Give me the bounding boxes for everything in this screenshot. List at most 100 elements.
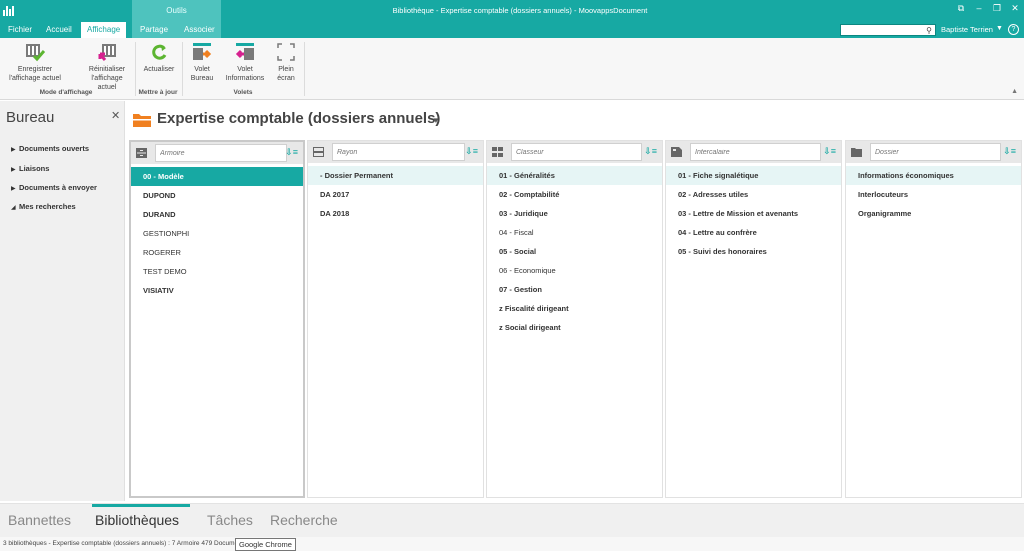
minimize-button[interactable]: – <box>974 3 984 14</box>
list-item[interactable]: 01 - Fiche signalétique <box>666 166 841 185</box>
tab-partage[interactable]: Partage <box>134 22 174 38</box>
sidebar-item-documents-ouverts[interactable]: ▶ Documents ouverts <box>11 144 89 153</box>
group-label-display: Mode d'affichage <box>39 89 93 96</box>
fullscreen-icon <box>276 42 296 62</box>
list-item[interactable]: 01 - Généralités <box>487 166 662 185</box>
list-item[interactable]: GESTIONPHI <box>131 224 303 243</box>
save-view-icon <box>25 42 46 62</box>
sidebar-item-documents-a-envoyer[interactable]: ▶ Documents à envoyer <box>11 183 97 192</box>
list-item[interactable]: 07 - Gestion <box>487 280 662 299</box>
sidebar-item-liaisons[interactable]: ▶ Liaisons <box>11 164 49 173</box>
fullscreen-button[interactable]: Plein écran <box>272 42 300 83</box>
column-list: - Dossier Permanent DA 2017 DA 2018 <box>308 166 483 223</box>
window-title: Bibliothèque - Expertise comptable (doss… <box>392 6 648 15</box>
list-item[interactable]: Organigramme <box>846 204 1021 223</box>
list-item[interactable]: 03 - Juridique <box>487 204 662 223</box>
list-item[interactable]: 02 - Adresses utiles <box>666 185 841 204</box>
tab-fichier[interactable]: Fichier <box>2 22 38 38</box>
list-item[interactable]: VISIATIV <box>131 281 303 300</box>
classeur-filter-input[interactable] <box>511 143 642 161</box>
save-view-label: Enregistrer l'affichage actuel <box>9 66 61 82</box>
user-name[interactable]: Baptiste Terrien <box>941 25 993 34</box>
list-item[interactable]: Informations économiques <box>846 166 1021 185</box>
tab-associer[interactable]: Associer <box>178 22 221 38</box>
rayon-filter-input[interactable] <box>332 143 465 161</box>
list-item[interactable]: ROGERER <box>131 243 303 262</box>
list-item[interactable]: Interlocuteurs <box>846 185 1021 204</box>
user-menu-caret-icon[interactable]: ▼ <box>996 25 1003 32</box>
pane-desktop-label: Volet Bureau <box>190 66 214 82</box>
tab-affichage[interactable]: Affichage <box>81 22 127 38</box>
tab-accueil[interactable]: Accueil <box>40 22 78 38</box>
collapse-ribbon-icon[interactable]: ▲ <box>1011 88 1018 95</box>
refresh-label: Actualiser <box>143 66 175 73</box>
sort-icon[interactable]: ⇩≡ <box>1003 146 1016 157</box>
list-item[interactable]: DA 2018 <box>308 204 483 223</box>
title-dropdown-icon[interactable]: ▼ <box>432 116 440 125</box>
bottom-navigation: Bannettes Bibliothèques Tâches Recherche <box>0 503 1024 537</box>
close-sidebar-icon[interactable]: ✕ <box>111 109 120 122</box>
pane-info-button[interactable]: Volet Informations <box>222 42 268 83</box>
list-item[interactable]: DA 2017 <box>308 185 483 204</box>
list-item[interactable]: DUPOND <box>131 186 303 205</box>
column-list: Informations économiques Interlocuteurs Or… <box>846 166 1021 223</box>
list-item[interactable]: 04 - Lettre au confrère <box>666 223 841 242</box>
column-list: 01 - Fiche signalétique 02 - Adresses uti… <box>666 166 841 261</box>
column-header: ⇩≡ <box>666 141 841 163</box>
ribbon-separator <box>182 42 183 96</box>
dossier-filter-input[interactable] <box>870 143 1001 161</box>
sidebar-title: Bureau <box>6 109 55 126</box>
list-item[interactable]: 05 - Social <box>487 242 662 261</box>
search-box[interactable]: ⚲ <box>840 24 936 36</box>
close-button[interactable]: ✕ <box>1010 3 1020 14</box>
pane-info-icon <box>235 42 255 62</box>
tab-bibliotheques[interactable]: Bibliothèques <box>95 512 179 528</box>
list-item[interactable]: 06 - Economique <box>487 261 662 280</box>
column-armoire: ⇩≡ 00 - ModèleDUPONDDURANDGESTIONPHIROGE… <box>129 140 305 498</box>
restore-layout-icon[interactable]: ⧉ <box>956 3 966 14</box>
tab-recherche[interactable]: Recherche <box>270 512 338 528</box>
maximize-button[interactable]: ❐ <box>992 3 1002 14</box>
sort-icon[interactable]: ⇩≡ <box>285 147 298 158</box>
search-icon[interactable]: ⚲ <box>926 26 932 35</box>
intercalaire-filter-input[interactable] <box>690 143 821 161</box>
context-tools-label: Outils <box>166 6 187 15</box>
list-item[interactable]: 02 - Comptabilité <box>487 185 662 204</box>
binder-icon <box>492 147 503 157</box>
group-label-panes: Volets <box>233 89 253 96</box>
divider-icon <box>671 147 682 157</box>
sidebar-item-mes-recherches[interactable]: ◢ Mes recherches <box>11 202 76 211</box>
pane-desktop-button[interactable]: Volet Bureau <box>187 42 217 83</box>
list-item[interactable]: 03 - Lettre de Mission et avenants <box>666 204 841 223</box>
help-icon[interactable]: ? <box>1008 24 1019 35</box>
sort-icon[interactable]: ⇩≡ <box>465 146 478 157</box>
list-item[interactable]: 05 - Suivi des honoraires <box>666 242 841 261</box>
refresh-button[interactable]: Actualiser <box>140 42 178 74</box>
armoire-filter-input[interactable] <box>155 144 287 162</box>
list-item[interactable]: TEST DEMO <box>131 262 303 281</box>
list-item[interactable]: - Dossier Permanent <box>308 166 483 185</box>
sidebar-item-label: Documents à envoyer <box>19 183 97 192</box>
folder-icon <box>851 148 862 157</box>
shelf-icon <box>313 147 324 157</box>
save-view-button[interactable]: Enregistrer l'affichage actuel <box>4 42 66 83</box>
status-bar: 3 bibliothèques - Expertise comptable (d… <box>0 537 1024 551</box>
search-input[interactable] <box>841 25 923 36</box>
status-text: 3 bibliothèques - Expertise comptable (d… <box>3 540 237 547</box>
list-item[interactable]: 04 - Fiscal <box>487 223 662 242</box>
tab-bannettes[interactable]: Bannettes <box>8 512 71 528</box>
list-item[interactable]: DURAND <box>131 205 303 224</box>
refresh-icon <box>149 42 169 62</box>
pane-info-label: Volet Informations <box>225 66 265 82</box>
sort-icon[interactable]: ⇩≡ <box>823 146 836 157</box>
reset-view-label: Réinitialiser l'affichage actuel <box>88 66 126 91</box>
column-list: 01 - Généralités 02 - Comptabilité 03 - Ju… <box>487 166 662 337</box>
reset-view-button[interactable]: Réinitialiser l'affichage actuel <box>84 42 130 92</box>
column-dossier: ⇩≡ Informations économiquesInterlocuteur… <box>845 140 1022 498</box>
sort-icon[interactable]: ⇩≡ <box>644 146 657 157</box>
cabinet-icon <box>136 148 147 158</box>
list-item[interactable]: 00 - Modèle <box>131 167 303 186</box>
list-item[interactable]: z Fiscalité dirigeant <box>487 299 662 318</box>
list-item[interactable]: z Social dirigeant <box>487 318 662 337</box>
tab-taches[interactable]: Tâches <box>207 512 253 528</box>
